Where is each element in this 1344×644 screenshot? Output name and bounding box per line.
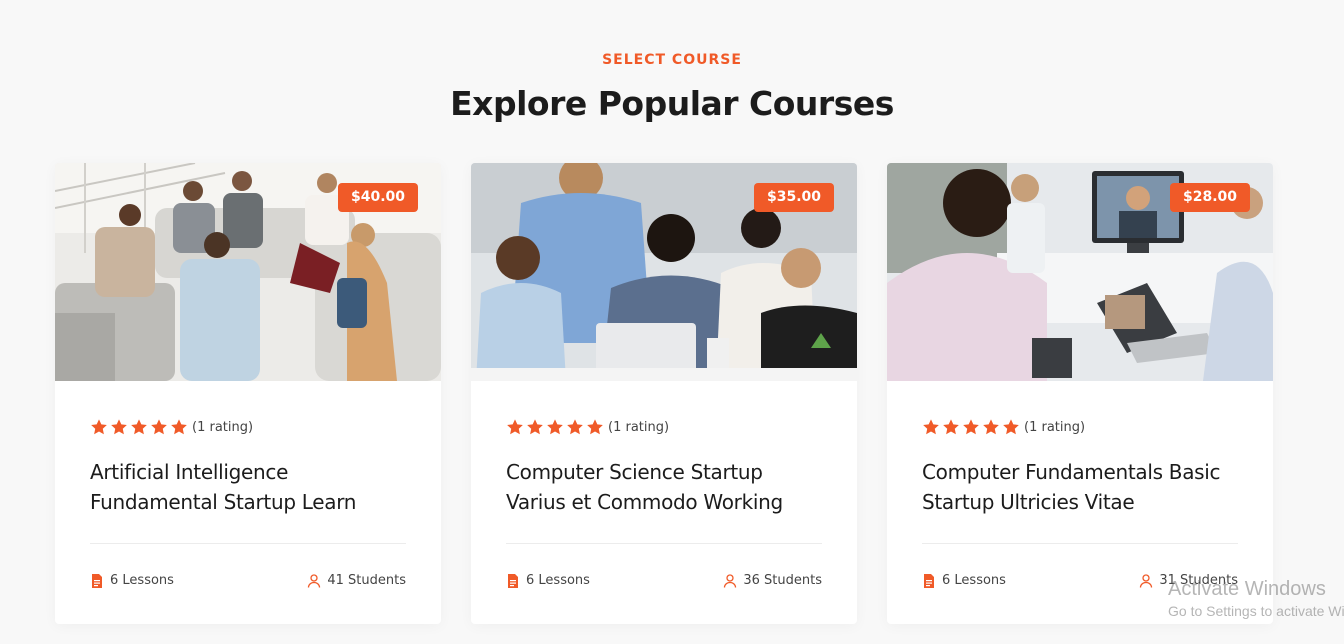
- star-icon: [507, 419, 523, 435]
- course-thumbnail[interactable]: $28.00: [887, 163, 1273, 381]
- section-eyebrow: SELECT COURSE: [602, 52, 742, 68]
- lessons-count: 6 Lessons: [922, 573, 1006, 588]
- windows-activation-watermark: Activate Windows Go to Settings to activ…: [1168, 578, 1344, 621]
- rating-count: (1 rating): [1024, 419, 1086, 435]
- star-icon: [151, 419, 167, 435]
- user-icon: [724, 573, 737, 588]
- section-title: Explore Popular Courses: [450, 84, 894, 123]
- user-icon: [1140, 573, 1153, 588]
- star-icon: [567, 419, 583, 435]
- course-rating: (1 rating): [506, 418, 822, 436]
- course-thumbnail[interactable]: $35.00: [471, 163, 857, 381]
- students-label: 41 Students: [327, 573, 406, 588]
- document-icon: [508, 573, 518, 588]
- course-title-link[interactable]: Computer Science Startup Varius et Commo…: [506, 457, 822, 517]
- star-icon: [587, 419, 603, 435]
- star-rating: [90, 418, 188, 436]
- course-rating: (1 rating): [922, 418, 1238, 436]
- user-icon: [308, 573, 321, 588]
- star-icon: [527, 419, 543, 435]
- lessons-count: 6 Lessons: [90, 573, 174, 588]
- star-icon: [111, 419, 127, 435]
- lessons-count: 6 Lessons: [506, 573, 590, 588]
- section-header: SELECT COURSE Explore Popular Courses: [0, 0, 1344, 126]
- course-meta: 6 Lessons 36 Students: [506, 573, 822, 588]
- star-icon: [547, 419, 563, 435]
- document-icon: [924, 573, 934, 588]
- divider: [922, 543, 1238, 544]
- students-label: 36 Students: [743, 573, 822, 588]
- price-badge: $28.00: [1169, 183, 1250, 212]
- document-icon: [92, 573, 102, 588]
- students-count: 41 Students: [307, 573, 406, 588]
- course-card[interactable]: $40.00 (1 rating) Artificial Intelligenc…: [55, 163, 441, 624]
- star-icon: [171, 419, 187, 435]
- watermark-title: Activate Windows: [1168, 578, 1326, 600]
- course-meta: 6 Lessons 41 Students: [90, 573, 406, 588]
- lessons-label: 6 Lessons: [526, 573, 590, 588]
- star-icon: [1003, 419, 1019, 435]
- course-card-body: (1 rating) Artificial Intelligence Funda…: [55, 381, 441, 588]
- course-card[interactable]: $28.00 (1 rating) Computer Fundamentals …: [887, 163, 1273, 624]
- course-card[interactable]: $35.00 (1 rating) Computer Science Start…: [471, 163, 857, 624]
- star-icon: [923, 419, 939, 435]
- price-badge: $35.00: [753, 183, 834, 212]
- watermark-subtitle: Go to Settings to activate Windows.: [1168, 603, 1344, 619]
- star-icon: [943, 419, 959, 435]
- course-card-list: $40.00 (1 rating) Artificial Intelligenc…: [55, 163, 1273, 624]
- course-title-link[interactable]: Artificial Intelligence Fundamental Star…: [90, 457, 406, 517]
- divider: [90, 543, 406, 544]
- students-count: 36 Students: [723, 573, 822, 588]
- star-icon: [983, 419, 999, 435]
- star-icon: [131, 419, 147, 435]
- lessons-label: 6 Lessons: [110, 573, 174, 588]
- star-icon: [91, 419, 107, 435]
- course-title-link[interactable]: Computer Fundamentals Basic Startup Ultr…: [922, 457, 1238, 517]
- star-rating: [506, 418, 604, 436]
- rating-count: (1 rating): [608, 419, 670, 435]
- course-card-body: (1 rating) Computer Science Startup Vari…: [471, 381, 857, 588]
- course-card-body: (1 rating) Computer Fundamentals Basic S…: [887, 381, 1273, 588]
- star-icon: [963, 419, 979, 435]
- star-rating: [922, 418, 1020, 436]
- course-rating: (1 rating): [90, 418, 406, 436]
- rating-count: (1 rating): [192, 419, 254, 435]
- price-badge: $40.00: [337, 183, 418, 212]
- divider: [506, 543, 822, 544]
- lessons-label: 6 Lessons: [942, 573, 1006, 588]
- course-thumbnail[interactable]: $40.00: [55, 163, 441, 381]
